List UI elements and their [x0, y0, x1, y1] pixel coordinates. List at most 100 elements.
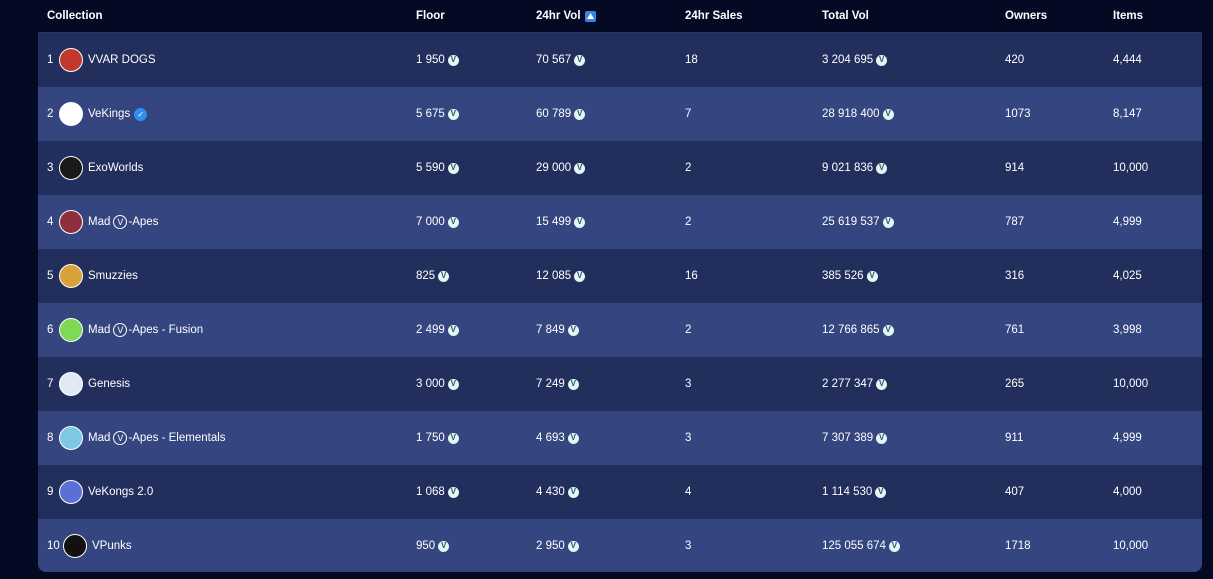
owners-count: 407 — [1005, 486, 1025, 498]
table-row[interactable]: 10 VPunks 950 V 2 950 V 3 125 055 674 V 1718 10,00… — [38, 519, 1202, 572]
collection-name-prefix: Mad — [88, 324, 111, 336]
rank: 9 — [47, 486, 54, 498]
collection-link[interactable]: VVAR DOGS — [88, 54, 156, 66]
collection-cell[interactable]: 8 Mad V -Apes - Elementals — [47, 411, 226, 465]
collection-avatar-icon[interactable] — [59, 426, 83, 450]
col-header-items[interactable]: Items — [1113, 0, 1143, 32]
floor-value: 825 — [416, 270, 436, 282]
table-body: 1 VVAR DOGS 1 950 V 70 567 V 18 3 204 695 V 420 4,… — [38, 33, 1202, 572]
collection-link[interactable]: VeKings ✓ — [88, 107, 148, 121]
collection-avatar-icon[interactable] — [59, 48, 83, 72]
col-header-collection[interactable]: Collection — [47, 0, 103, 32]
table-row[interactable]: 6 Mad V -Apes - Fusion 2 499 V 7 849 V 2 12 766 8… — [38, 303, 1202, 357]
collection-cell[interactable]: 9 VeKongs 2.0 — [47, 465, 153, 519]
vol-24hr: 12 085 V — [536, 249, 586, 303]
collection-name: Genesis — [88, 378, 131, 390]
total-vol: 2 277 347 V — [822, 357, 888, 411]
collection-avatar-icon[interactable] — [59, 102, 83, 126]
owners-count: 911 — [1005, 432, 1024, 444]
vet-token-icon: V — [574, 270, 586, 282]
vet-token-icon: V — [447, 378, 459, 390]
col-header-total-vol[interactable]: Total Vol — [822, 0, 869, 32]
owners-count: 787 — [1005, 216, 1025, 228]
collection-cell[interactable]: 5 Smuzzies — [47, 249, 138, 303]
collection-avatar-icon[interactable] — [59, 156, 83, 180]
rank: 2 — [47, 108, 54, 120]
collection-avatar-icon[interactable] — [59, 480, 83, 504]
items-count: 10,000 — [1113, 540, 1149, 552]
vol-24hr-value: 29 000 — [536, 162, 572, 174]
collection-avatar-icon[interactable] — [59, 318, 83, 342]
collection-name: VVAR DOGS — [88, 54, 156, 66]
collection-cell[interactable]: 10 VPunks — [47, 519, 132, 572]
vol-24hr-value: 4 430 — [536, 486, 565, 498]
total-vol: 385 526 V — [822, 249, 878, 303]
collection-link[interactable]: Smuzzies — [88, 270, 138, 282]
col-header-owners[interactable]: Owners — [1005, 0, 1047, 32]
table-row[interactable]: 5 Smuzzies 825 V 12 085 V 16 385 526 V 316 4,025 — [38, 249, 1202, 303]
vet-token-icon: V — [574, 108, 586, 120]
collection-name: VeKongs 2.0 — [88, 486, 154, 498]
col-header-24hr-sales[interactable]: 24hr Sales — [685, 0, 743, 32]
collection-avatar-icon[interactable] — [63, 534, 87, 558]
collection-link[interactable]: VPunks — [92, 540, 132, 552]
rank: 6 — [47, 324, 54, 336]
table-row[interactable]: 7 Genesis 3 000 V 7 249 V 3 2 277 347 V 265 10,000 — [38, 357, 1202, 411]
total-vol: 125 055 674 V — [822, 519, 900, 572]
collection-name-suffix: -Apes - Elementals — [128, 432, 226, 444]
floor-price: 1 750 V — [416, 411, 459, 465]
vet-token-icon: V — [574, 54, 586, 66]
collection-cell[interactable]: 7 Genesis — [47, 357, 130, 411]
floor-price: 2 499 V — [416, 303, 459, 357]
collection-link[interactable]: Mad V -Apes - Elementals — [88, 431, 226, 445]
items-count: 4,000 — [1113, 486, 1142, 498]
collection-cell[interactable]: 4 Mad V -Apes — [47, 195, 158, 249]
collection-avatar-icon[interactable] — [59, 372, 83, 396]
owners-count: 761 — [1005, 324, 1025, 336]
total-vol: 12 766 865 V — [822, 303, 894, 357]
floor-value: 1 750 — [416, 432, 445, 444]
vol-24hr-value: 70 567 — [536, 54, 572, 66]
vol-24hr: 7 849 V — [536, 303, 579, 357]
vet-token-icon: V — [574, 216, 586, 228]
vol-24hr-value: 12 085 — [536, 270, 572, 282]
collection-link[interactable]: Genesis — [88, 378, 130, 390]
table-row[interactable]: 3 ExoWorlds 5 590 V 29 000 V 2 9 021 836 V 914 10,… — [38, 141, 1202, 195]
sales-24hr: 3 — [685, 540, 692, 552]
collection-name-suffix: -Apes - Fusion — [128, 324, 204, 336]
table-row[interactable]: 1 VVAR DOGS 1 950 V 70 567 V 18 3 204 695 V 420 4,… — [38, 33, 1202, 87]
collection-cell[interactable]: 2 VeKings ✓ — [47, 87, 148, 141]
collections-table: Collection Floor 24hr Vol 24hr Sales Tot… — [38, 0, 1202, 572]
vet-token-icon: V — [876, 162, 888, 174]
total-vol: 7 307 389 V — [822, 411, 888, 465]
table-row[interactable]: 9 VeKongs 2.0 1 068 V 4 430 V 4 1 114 530 V 407 4,… — [38, 465, 1202, 519]
collection-link[interactable]: ExoWorlds — [88, 162, 143, 174]
floor-value: 950 — [416, 540, 436, 552]
collection-link[interactable]: Mad V -Apes — [88, 215, 158, 229]
vol-24hr-value: 7 849 — [536, 324, 565, 336]
rank: 7 — [47, 378, 54, 390]
collection-link[interactable]: VeKongs 2.0 — [88, 486, 153, 498]
items-count: 4,025 — [1113, 270, 1142, 282]
vechain-v-icon: V — [113, 431, 128, 445]
items-count: 8,147 — [1113, 108, 1142, 120]
table-row[interactable]: 4 Mad V -Apes 7 000 V 15 499 V 2 25 619 537 V 787 4,… — [38, 195, 1202, 249]
collection-cell[interactable]: 1 VVAR DOGS — [47, 33, 156, 87]
collection-cell[interactable]: 3 ExoWorlds — [47, 141, 143, 195]
total-vol: 25 619 537 V — [822, 195, 894, 249]
vet-token-icon: V — [447, 324, 459, 336]
vol-24hr: 2 950 V — [536, 519, 579, 572]
table-row[interactable]: 2 VeKings ✓ 5 675 V 60 789 V 7 28 918 400 V 1073 8,… — [38, 87, 1202, 141]
collection-avatar-icon[interactable] — [59, 210, 83, 234]
collection-link[interactable]: Mad V -Apes - Fusion — [88, 323, 203, 337]
owners-count: 316 — [1005, 270, 1025, 282]
col-header-24hr-vol[interactable]: 24hr Vol — [536, 0, 596, 32]
table-row[interactable]: 8 Mad V -Apes - Elementals 1 750 V 4 693 V 3 7 30… — [38, 411, 1202, 465]
collection-cell[interactable]: 6 Mad V -Apes - Fusion — [47, 303, 203, 357]
vol-24hr-value: 15 499 — [536, 216, 572, 228]
floor-value: 2 499 — [416, 324, 445, 336]
vet-token-icon: V — [438, 270, 450, 282]
col-header-floor[interactable]: Floor — [416, 0, 445, 32]
collection-avatar-icon[interactable] — [59, 264, 83, 288]
sort-ascending-icon[interactable] — [584, 10, 596, 22]
